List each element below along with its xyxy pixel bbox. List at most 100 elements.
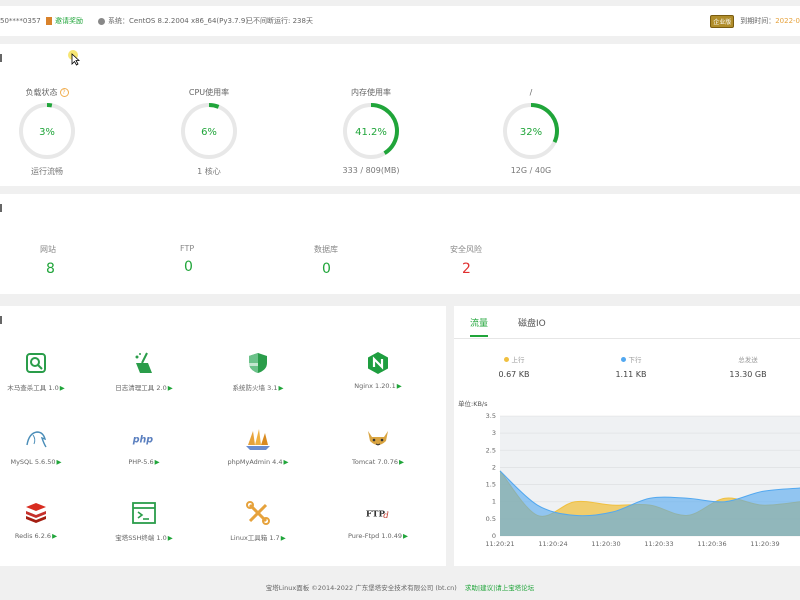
y-tick-label: 0.5 — [486, 515, 496, 523]
play-arrow-icon[interactable]: ▶ — [403, 532, 408, 540]
stat-ftp[interactable]: FTP 0 — [180, 244, 300, 275]
traffic-tabs: 流量 磁盘IO — [470, 316, 546, 337]
play-arrow-icon[interactable]: ▶ — [52, 532, 57, 540]
software-name: phpMyAdmin 4.4▶ — [210, 458, 306, 466]
software-label: Redis 6.2.6 — [14, 532, 52, 540]
vip-badge[interactable]: 企业版 — [710, 14, 735, 28]
software-name: Redis 6.2.6▶ — [0, 532, 84, 540]
panel-marker — [0, 316, 2, 324]
y-tick-label: 3.5 — [486, 412, 496, 420]
stat-value: 8 — [46, 261, 55, 277]
log-clean-icon — [131, 350, 157, 376]
x-tick-label: 11:20:24 — [538, 540, 567, 548]
account-name[interactable]: 50****0357 — [0, 17, 41, 25]
gauge-ring: 6% — [181, 103, 237, 159]
cpu-gauge[interactable]: CPU使用率 6% 1 核心 — [164, 86, 254, 177]
panel-marker — [0, 204, 2, 212]
overview-panel: 网站 8 FTP 0 数据库 0 安全风险 2 — [0, 194, 800, 294]
play-arrow-icon[interactable]: ▶ — [57, 458, 62, 466]
x-tick-label: 11:20:30 — [591, 540, 620, 548]
software-item[interactable]: Tomcat 7.0.76▶ — [330, 426, 426, 466]
php-icon: php — [131, 426, 157, 452]
play-arrow-icon[interactable]: ▶ — [168, 384, 173, 392]
y-tick-label: 3 — [492, 429, 496, 437]
x-tick-label: 11:20:39 — [750, 540, 779, 548]
load-gauge[interactable]: 负载状态? 3% 运行流畅 — [2, 86, 92, 177]
play-arrow-icon[interactable]: ▶ — [399, 458, 404, 466]
uptime-info: 已不间断运行: 238天 — [246, 17, 313, 25]
tab-traffic[interactable]: 流量 — [470, 316, 489, 337]
software-label: 系统防火墙 3.1 — [232, 384, 278, 392]
ftpd-icon: FTP d — [365, 500, 391, 526]
software-item[interactable]: 系统防火墙 3.1▶ — [210, 350, 306, 392]
play-arrow-icon[interactable]: ▶ — [168, 534, 173, 542]
stat-security-risk[interactable]: 安全风险 2 — [450, 244, 570, 277]
help-icon[interactable]: ? — [59, 87, 69, 97]
play-arrow-icon[interactable]: ▶ — [281, 534, 286, 542]
rewards-link[interactable]: 邀请奖励 — [46, 16, 83, 26]
stat-label: 网站 — [40, 245, 56, 254]
total-sent-value: 13.30 GB — [729, 370, 767, 379]
software-item[interactable]: Redis 6.2.6▶ — [0, 500, 84, 540]
panel-marker — [0, 54, 2, 62]
expire-info: 企业版 到期时间： 2022-0 — [710, 14, 800, 28]
software-label: 宝塔SSH终端 1.0 — [115, 534, 167, 542]
software-name: 宝塔SSH终端 1.0▶ — [96, 532, 192, 542]
software-label: Linux工具箱 1.7 — [230, 534, 280, 542]
software-label: MySQL 5.6.50 — [10, 458, 56, 466]
ssh-terminal-icon — [131, 500, 157, 526]
software-item[interactable]: MySQL 5.6.50▶ — [0, 426, 84, 466]
gauge-value: 32% — [520, 127, 542, 138]
chart-ylabel: 单位:KB/s — [458, 399, 488, 408]
software-name: 系统防火墙 3.1▶ — [210, 382, 306, 392]
forum-link[interactable]: 求助|建议|请上宝塔论坛 — [465, 584, 534, 592]
software-panel: 木马查杀工具 1.0▶ 日志清理工具 2.0▶ 系统防火墙 3.1▶ Nginx 1.… — [0, 306, 446, 566]
stat-label: 数据库 — [314, 245, 338, 254]
tab-disk-io[interactable]: 磁盘IO — [518, 316, 546, 337]
gauge-title: 内存使用率 — [351, 87, 391, 97]
software-name: Tomcat 7.0.76▶ — [330, 458, 426, 466]
top-bar: 50****0357 邀请奖励 系统： CentOS 8.2.2004 x86_6… — [0, 6, 800, 36]
status-panel: 负载状态? 3% 运行流畅 CPU使用率 6% 1 核心 内存使用率 41.2% 333 / 8… — [0, 44, 800, 186]
upload-stat: 上行 0.67 KB — [469, 354, 559, 379]
play-arrow-icon[interactable]: ▶ — [278, 384, 283, 392]
play-arrow-icon[interactable]: ▶ — [397, 382, 402, 390]
download-value: 1.11 KB — [615, 370, 647, 379]
software-item[interactable]: php PHP-5.6▶ — [96, 426, 192, 466]
memory-gauge[interactable]: 内存使用率 41.2% 333 / 809(MB) — [326, 86, 416, 176]
software-item[interactable]: Linux工具箱 1.7▶ — [210, 500, 306, 542]
play-arrow-icon[interactable]: ▶ — [283, 458, 288, 466]
download-dot-icon — [620, 356, 626, 362]
stat-value: 0 — [184, 259, 193, 275]
software-item[interactable]: Nginx 1.20.1▶ — [330, 350, 426, 390]
disk-gauge[interactable]: / 32% 12G / 40G — [486, 86, 576, 175]
gauge-ring: 3% — [19, 103, 75, 159]
gear-icon — [98, 17, 105, 25]
y-tick-label: 1 — [492, 498, 496, 506]
stat-databases[interactable]: 数据库 0 — [314, 244, 434, 277]
software-item[interactable]: FTP d Pure-Ftpd 1.0.49▶ — [330, 500, 426, 540]
upload-dot-icon — [503, 356, 509, 362]
phpmyadmin-icon — [245, 426, 271, 452]
software-item[interactable]: 木马查杀工具 1.0▶ — [0, 350, 84, 392]
play-arrow-icon[interactable]: ▶ — [155, 458, 160, 466]
software-item[interactable]: 宝塔SSH终端 1.0▶ — [96, 500, 192, 542]
gauge-title: 负载状态 — [25, 87, 58, 97]
gauge-title: / — [529, 87, 533, 97]
nginx-icon — [365, 350, 391, 376]
software-name: Nginx 1.20.1▶ — [330, 382, 426, 390]
software-label: PHP-5.6 — [128, 458, 154, 466]
software-item[interactable]: phpMyAdmin 4.4▶ — [210, 426, 306, 466]
software-name: 木马查杀工具 1.0▶ — [0, 382, 84, 392]
y-tick-label: 0 — [492, 532, 496, 540]
software-item[interactable]: 日志清理工具 2.0▶ — [96, 350, 192, 392]
stat-websites[interactable]: 网站 8 — [40, 244, 160, 277]
gauge-subtext: 12G / 40G — [510, 166, 552, 175]
firewall-icon — [245, 350, 271, 376]
tomcat-icon — [365, 426, 391, 452]
stat-value: 2 — [462, 261, 471, 277]
tab-divider — [454, 338, 800, 339]
software-name: MySQL 5.6.50▶ — [0, 458, 84, 466]
footer: 宝塔Linux面板 ©2014-2022 广东堡塔安全技术有限公司 (bt.cn… — [0, 582, 800, 592]
play-arrow-icon[interactable]: ▶ — [60, 384, 65, 392]
